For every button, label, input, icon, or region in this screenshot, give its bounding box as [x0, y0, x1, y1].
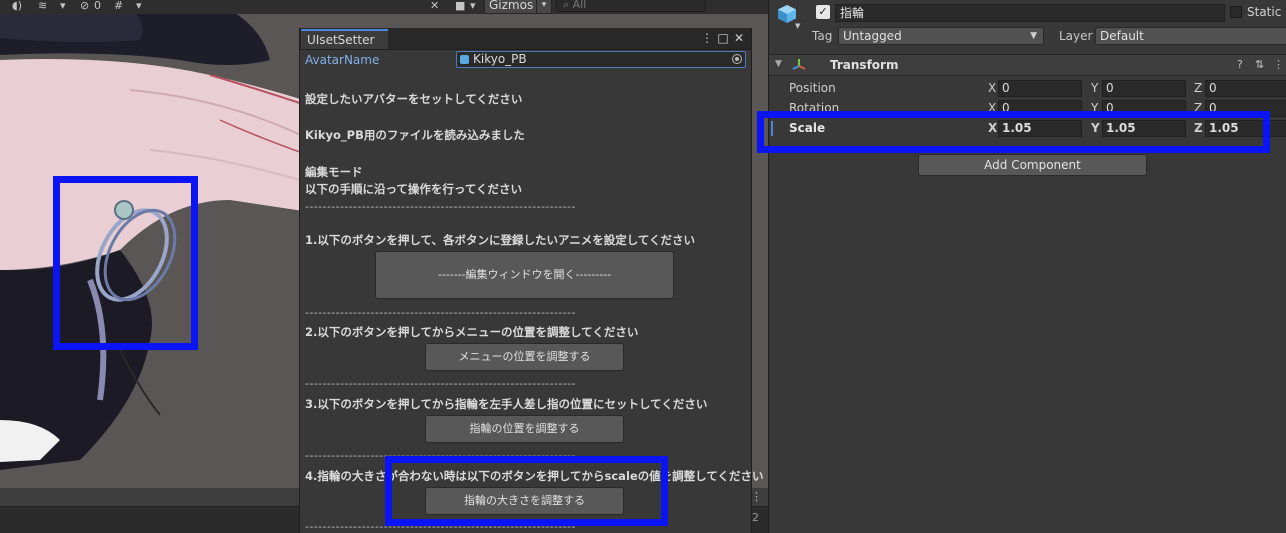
layers-icon[interactable]: ≋	[38, 0, 47, 12]
add-component-button[interactable]: Add Component	[918, 154, 1147, 176]
transform-header[interactable]: ▼ Transform ? ⇅ ⋮	[769, 54, 1286, 76]
scene-search-input[interactable]: ⌕ All	[556, 0, 706, 12]
camera-icon[interactable]: ■	[455, 0, 465, 12]
object-picker-icon[interactable]	[732, 54, 742, 64]
uisetsetter-window: UIsetSetter ⋮ □ ✕ AvatarName Kikyo_PB 設定…	[299, 28, 764, 533]
axis-x-label: X	[988, 101, 997, 115]
help-icon[interactable]: ?	[1237, 58, 1243, 71]
transform-icon	[792, 59, 806, 70]
chevron-down-icon[interactable]: ▾	[60, 0, 66, 12]
layer-label: Layer	[1059, 29, 1093, 43]
position-z-field[interactable]: 0	[1205, 80, 1286, 97]
step4-text: 4.指輪の大きさが合わない時は以下のボタンを押してからscaleの値を調整してく…	[305, 469, 764, 483]
gameobject-icon	[778, 5, 796, 23]
active-checkbox[interactable]: ✓	[816, 5, 830, 19]
chevron-down-icon[interactable]: ▾	[470, 0, 476, 12]
position-x-field[interactable]: 0	[998, 80, 1082, 97]
rotation-x-field[interactable]: 0	[998, 100, 1082, 117]
open-editor-button[interactable]: -------編集ウィンドウを開く---------	[375, 251, 674, 299]
separator: ----------------------------------------…	[305, 449, 576, 462]
close-icon[interactable]: ✕	[732, 30, 746, 46]
separator: ----------------------------------------…	[305, 377, 576, 390]
gizmos-button[interactable]: Gizmos	[484, 0, 539, 14]
window-tabbar: UIsetSetter ⋮ □ ✕	[300, 28, 751, 50]
tab-uisetsetter[interactable]: UIsetSetter	[301, 29, 389, 49]
adjust-ring-size-button[interactable]: 指輪の大きさを調整する	[425, 487, 624, 515]
position-label: Position	[789, 81, 836, 95]
preset-icon[interactable]: ⇅	[1255, 58, 1264, 71]
chevron-down-icon[interactable]: ▾	[136, 0, 142, 12]
axis-y-label: Y	[1091, 101, 1099, 115]
ring-gem	[114, 200, 134, 220]
avatar-name-label: AvatarName	[305, 53, 380, 67]
modified-indicator	[771, 121, 773, 136]
component-title: Transform	[830, 58, 899, 72]
tag-dropdown[interactable]: Untagged ▼	[838, 27, 1044, 45]
maximize-icon[interactable]: □	[716, 30, 730, 46]
scale-x-field[interactable]: 1.05	[998, 120, 1082, 137]
axis-y-label: Y	[1091, 121, 1100, 135]
rotation-y-field[interactable]: 0	[1102, 100, 1186, 117]
search-icon: ⌕	[563, 0, 573, 11]
rotation-label: Rotation	[789, 101, 840, 115]
chevron-down-icon: ▼	[1030, 31, 1037, 41]
axis-z-label: Z	[1194, 101, 1203, 115]
tag-label: Tag	[812, 29, 833, 43]
separator: ----------------------------------------…	[305, 520, 576, 533]
axis-x-label: X	[988, 121, 998, 135]
scene-toolbar: ◖) ≋ ▾ ⊘ 0 # ▾ ✕ ■ ▾ Gizmos ▾ ⌕ All	[0, 0, 768, 14]
step3-text: 3.以下のボタンを押してから指輪を左手人差し指の位置にセットしてください	[305, 397, 708, 411]
static-label: Static	[1247, 5, 1282, 19]
layer-value: Default	[1100, 29, 1144, 43]
status-loaded: Kikyo_PB用のファイルを読み込みました	[305, 128, 525, 142]
visibility-icon[interactable]: ⊘	[80, 0, 89, 12]
panel-counter: 2	[752, 511, 759, 524]
more-menu-icon[interactable]: ⋮	[1273, 58, 1284, 71]
rotation-z-field[interactable]: 0	[1205, 100, 1286, 117]
position-y-field[interactable]: 0	[1102, 80, 1186, 97]
edit-mode-heading: 編集モード	[305, 165, 363, 179]
axis-y-label: Y	[1091, 81, 1099, 95]
scale-y-field[interactable]: 1.05	[1102, 120, 1186, 137]
grid-icon[interactable]: #	[114, 0, 123, 12]
avatar-value: Kikyo_PB	[473, 52, 527, 66]
step1-text: 1.以下のボタンを押して、各ボタンに登録したいアニメを設定してください	[305, 233, 696, 247]
adjust-menu-button[interactable]: メニューの位置を調整する	[425, 343, 624, 371]
layer-dropdown[interactable]: Default	[1095, 27, 1286, 45]
instruction-set-avatar: 設定したいアバターをセットしてください	[305, 92, 523, 106]
scale-z-field[interactable]: 1.05	[1205, 120, 1286, 137]
tag-value: Untagged	[843, 29, 902, 43]
instruction-follow-steps: 以下の手順に沿って操作を行ってください	[305, 182, 523, 196]
inspector-panel: ▼ ✓ 指輪 Static Tag Untagged ▼ Layer Defau…	[768, 0, 1286, 533]
axis-z-label: Z	[1194, 121, 1203, 135]
search-placeholder: All	[572, 0, 587, 11]
object-name-field[interactable]: 指輪	[835, 4, 1225, 22]
foldout-icon[interactable]: ▼	[775, 59, 782, 69]
axis-z-label: Z	[1194, 81, 1203, 95]
separator: ----------------------------------------…	[305, 306, 576, 319]
hidden-count: 0	[94, 0, 101, 12]
audio-icon[interactable]: ◖)	[12, 0, 22, 12]
static-checkbox[interactable]	[1230, 6, 1242, 18]
scale-label: Scale	[789, 121, 826, 135]
more-menu-icon[interactable]: ⋮	[751, 490, 762, 503]
gizmos-dropdown-icon[interactable]: ▾	[536, 0, 552, 14]
prefab-icon	[460, 55, 469, 64]
separator: ----------------------------------------…	[305, 200, 576, 213]
axis-x-label: X	[988, 81, 997, 95]
avatar-object-field[interactable]: Kikyo_PB	[456, 51, 746, 68]
more-menu-icon[interactable]: ⋮	[700, 30, 714, 46]
icon-dropdown-icon[interactable]: ▼	[795, 22, 800, 30]
step2-text: 2.以下のボタンを押してからメニューの位置を調整してください	[305, 325, 639, 339]
tools-icon[interactable]: ✕	[430, 0, 439, 12]
adjust-ring-position-button[interactable]: 指輪の位置を調整する	[425, 415, 624, 443]
